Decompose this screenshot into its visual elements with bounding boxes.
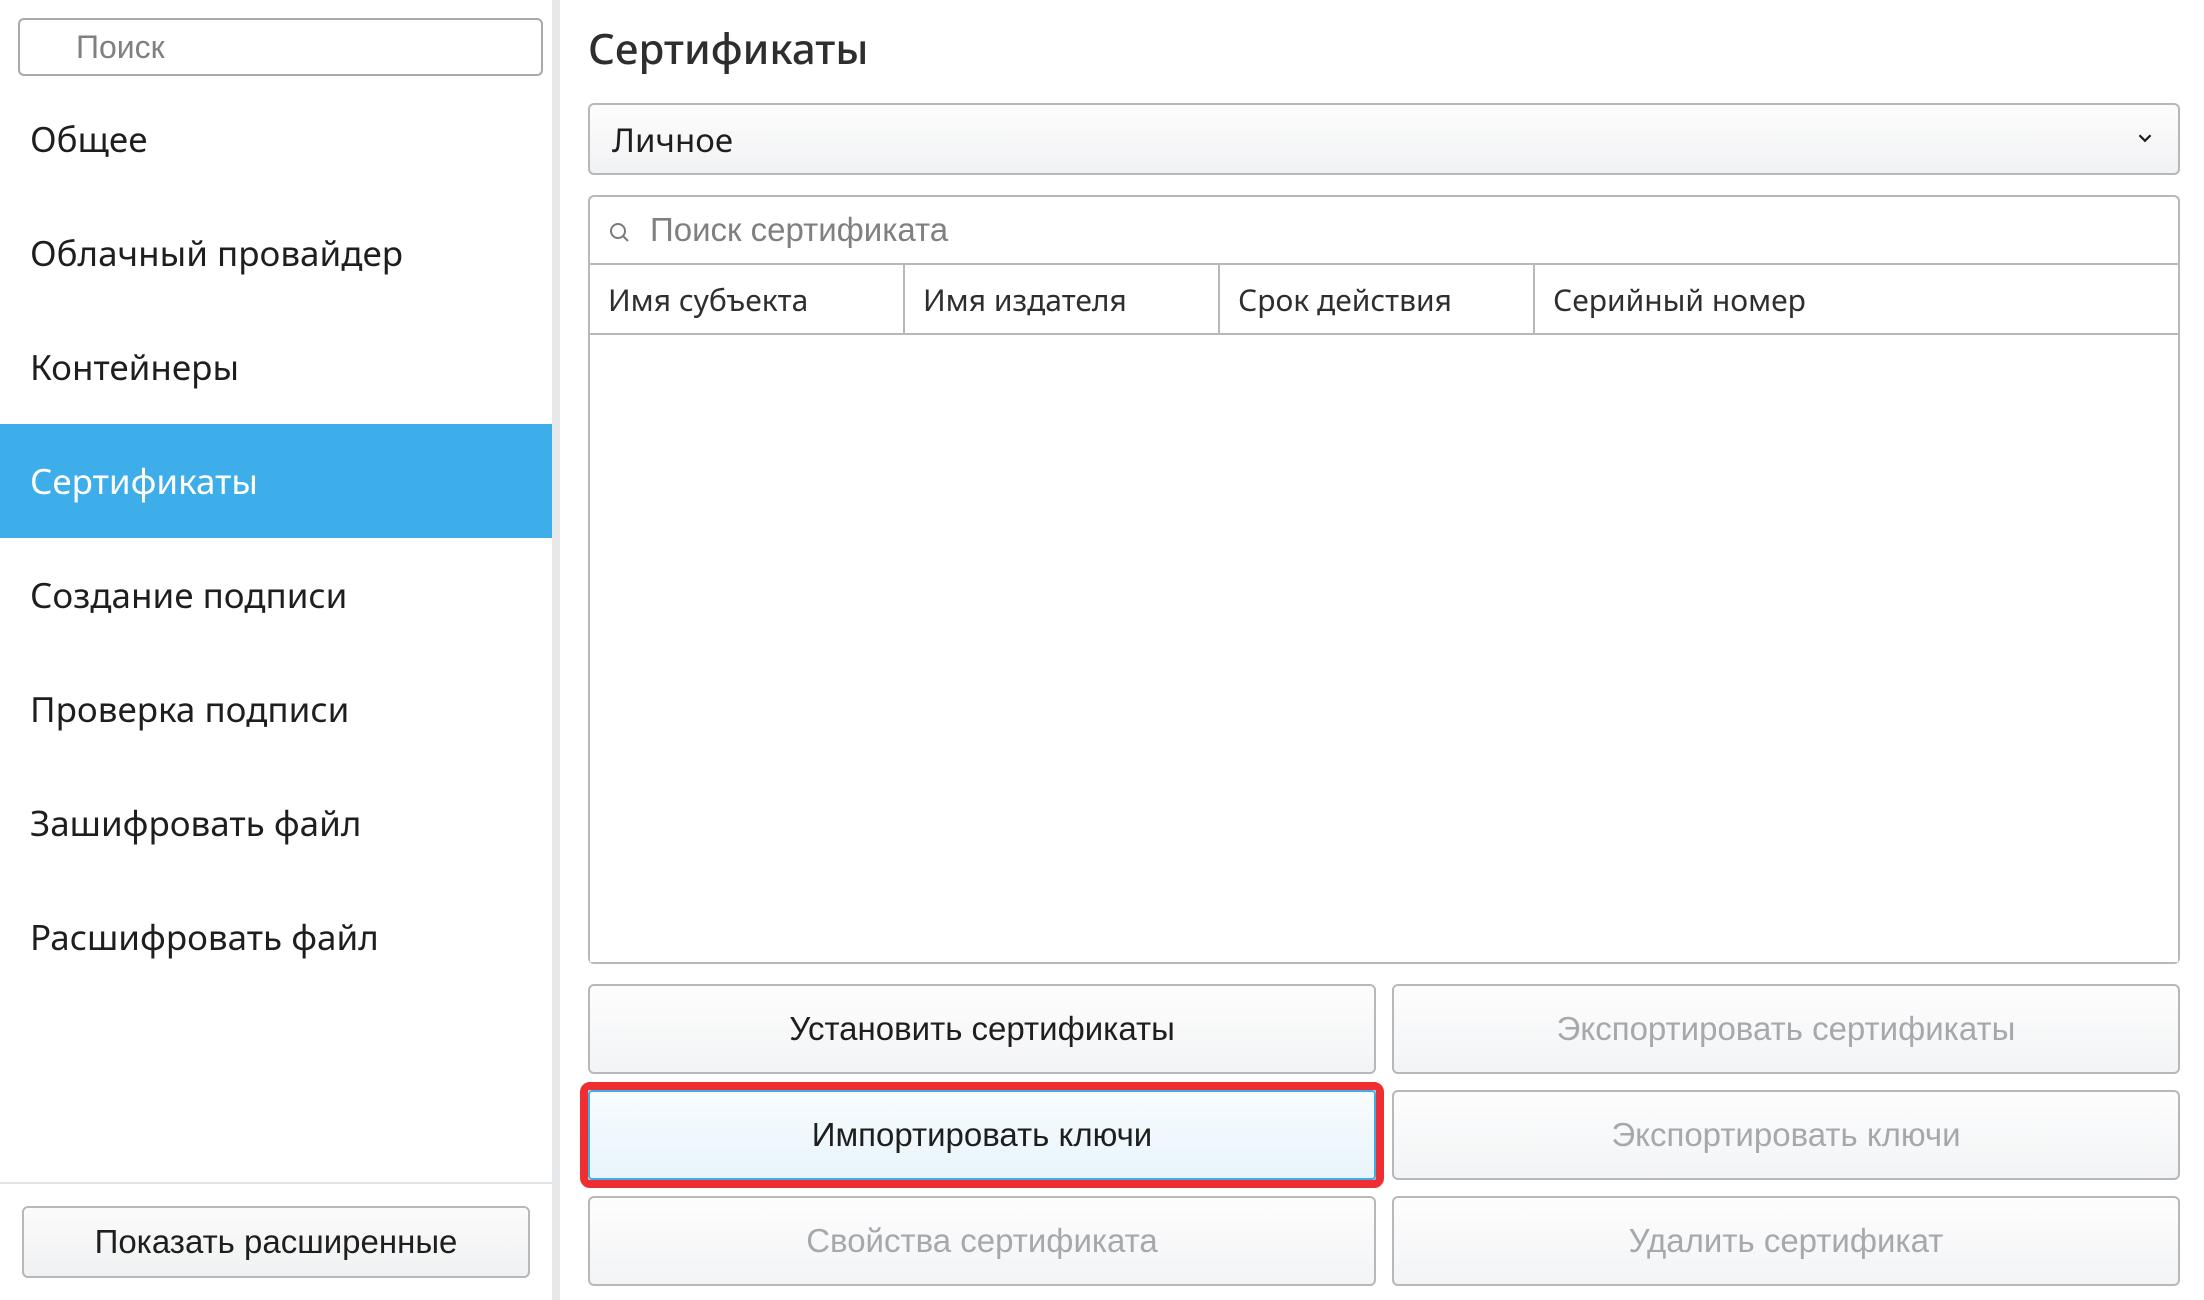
- sidebar-item-verify-signature[interactable]: Проверка подписи: [0, 652, 552, 766]
- sidebar-item-label: Контейнеры: [30, 344, 239, 391]
- sidebar-item-encrypt-file[interactable]: Зашифровать файл: [0, 766, 552, 880]
- sidebar-item-label: Расшифровать файл: [30, 914, 379, 961]
- table-body-empty: [590, 335, 2178, 962]
- export-certificates-button: Экспортировать сертификаты: [1392, 984, 2180, 1074]
- sidebar-item-decrypt-file[interactable]: Расшифровать файл: [0, 880, 552, 994]
- column-validity[interactable]: Срок действия: [1220, 265, 1535, 333]
- sidebar-item-cloud-provider[interactable]: Облачный провайдер: [0, 196, 552, 310]
- column-serial-number[interactable]: Серийный номер: [1535, 265, 2178, 333]
- action-buttons: Установить сертификаты Экспортировать се…: [588, 984, 2180, 1286]
- sidebar-item-label: Облачный провайдер: [30, 230, 403, 277]
- certificate-properties-button: Свойства сертификата: [588, 1196, 1376, 1286]
- certificates-table: Имя субъекта Имя издателя Срок действия …: [588, 265, 2180, 964]
- certificate-store-dropdown[interactable]: Личное: [588, 103, 2180, 175]
- sidebar-item-general[interactable]: Общее: [0, 82, 552, 196]
- sidebar-item-create-signature[interactable]: Создание подписи: [0, 538, 552, 652]
- sidebar-item-certificates[interactable]: Сертификаты: [0, 424, 552, 538]
- sidebar-item-label: Зашифровать файл: [30, 800, 361, 847]
- sidebar-item-containers[interactable]: Контейнеры: [0, 310, 552, 424]
- export-keys-button: Экспортировать ключи: [1392, 1090, 2180, 1180]
- dropdown-selected-label: Личное: [612, 117, 733, 162]
- delete-certificate-button: Удалить сертификат: [1392, 1196, 2180, 1286]
- column-issuer-name[interactable]: Имя издателя: [905, 265, 1220, 333]
- page-title: Сертификаты: [588, 20, 2180, 77]
- column-subject-name[interactable]: Имя субъекта: [590, 265, 905, 333]
- sidebar-search-input[interactable]: [18, 18, 543, 76]
- sidebar: Общее Облачный провайдер Контейнеры Серт…: [0, 0, 560, 1300]
- sidebar-item-label: Сертификаты: [30, 458, 258, 505]
- main-panel: Сертификаты Личное Имя субъекта Имя изда…: [560, 0, 2204, 1300]
- table-header-row: Имя субъекта Имя издателя Срок действия …: [590, 265, 2178, 335]
- sidebar-item-label: Общее: [30, 116, 148, 163]
- sidebar-item-label: Проверка подписи: [30, 686, 349, 733]
- sidebar-item-label: Создание подписи: [30, 572, 347, 619]
- chevron-down-icon: [2134, 120, 2156, 158]
- sidebar-nav: Общее Облачный провайдер Контейнеры Серт…: [0, 82, 552, 1182]
- certificate-search-input[interactable]: [588, 195, 2180, 265]
- show-advanced-button[interactable]: Показать расширенные: [22, 1206, 530, 1278]
- install-certificates-button[interactable]: Установить сертификаты: [588, 984, 1376, 1074]
- import-keys-button[interactable]: Импортировать ключи: [588, 1090, 1376, 1180]
